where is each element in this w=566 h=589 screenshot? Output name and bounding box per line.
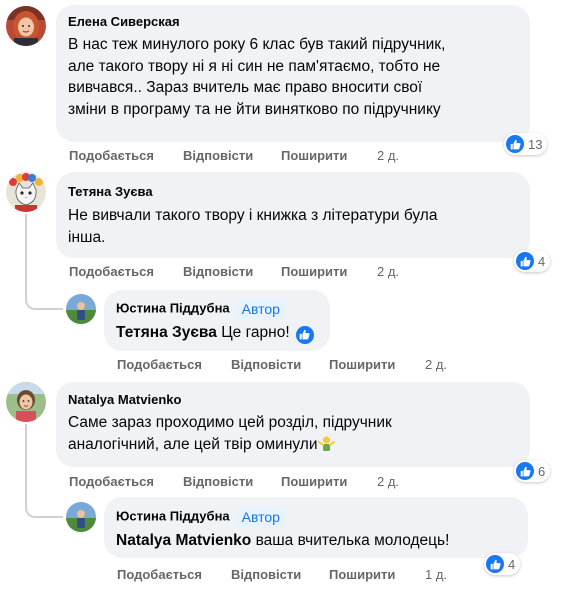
avatar-elena[interactable] <box>6 6 46 46</box>
comment-text: Саме зараз проходимо цей розділ, підручн… <box>68 412 392 458</box>
timestamp[interactable]: 1 д. <box>425 567 447 582</box>
user-avatar-icon <box>66 294 96 324</box>
comments-thread: Елена Сиверская В нас теж минулого року … <box>0 0 566 589</box>
reply-button[interactable]: Відповісти <box>231 567 301 582</box>
comment-actions: Подобається Відповісти Поширити 2 д. <box>69 474 469 490</box>
reply-bubble: Юстина Піддубна Автор Natalya Matvienko в… <box>104 497 528 558</box>
user-avatar-icon <box>6 6 46 46</box>
reply-button[interactable]: Відповісти <box>183 474 253 489</box>
share-button[interactable]: Поширити <box>329 357 395 372</box>
comment-author[interactable]: Тетяна Зуєва <box>68 184 153 199</box>
reply-actions: Подобається Відповісти Поширити 1 д. <box>117 567 477 583</box>
comment-author[interactable]: Natalya Matvienko <box>68 392 181 407</box>
reply-button[interactable]: Відповісти <box>231 357 301 372</box>
like-button[interactable]: Подобається <box>117 567 202 582</box>
comment-bubble: Natalya Matvienko Саме зараз проходимо ц… <box>56 382 530 467</box>
mention-link[interactable]: Natalya Matvienko <box>116 532 251 549</box>
shrug-emoji-icon <box>317 435 335 459</box>
like-button[interactable]: Подобається <box>117 357 202 372</box>
like-button[interactable]: Подобається <box>69 474 154 489</box>
timestamp[interactable]: 2 д. <box>377 264 399 279</box>
reaction-count[interactable]: 4 <box>484 553 521 575</box>
comment-actions: Подобається Відповісти Поширити 2 д. <box>69 148 469 164</box>
like-icon <box>516 252 534 270</box>
comment-text: В нас теж минулого року 6 клас був такий… <box>68 36 446 118</box>
author-badge: Автор <box>235 299 286 319</box>
user-avatar-icon <box>66 502 96 532</box>
reply-bubble: Юстина Піддубна Автор Тетяна Зуєва Це гар… <box>104 290 330 351</box>
like-button[interactable]: Подобається <box>69 148 154 163</box>
timestamp[interactable]: 2 д. <box>377 474 399 489</box>
timestamp[interactable]: 2 д. <box>377 148 399 163</box>
reaction-count[interactable]: 13 <box>504 133 548 155</box>
thread-line <box>25 424 27 508</box>
share-button[interactable]: Поширити <box>329 567 395 582</box>
thread-connector <box>25 290 63 310</box>
reply-text: Тетяна Зуєва Це гарно! <box>116 322 314 344</box>
like-icon <box>295 325 314 344</box>
reaction-count[interactable]: 4 <box>514 250 551 272</box>
comment-author[interactable]: Елена Сиверская <box>68 14 180 29</box>
share-button[interactable]: Поширити <box>281 474 347 489</box>
reply-author-name[interactable]: Юстина Піддубна <box>116 300 230 315</box>
reply-actions: Подобається Відповісти Поширити 2 д. <box>117 357 477 373</box>
reply-author: Юстина Піддубна Автор <box>116 299 286 319</box>
share-button[interactable]: Поширити <box>281 148 347 163</box>
reply-author-name[interactable]: Юстина Піддубна <box>116 508 230 523</box>
thread-connector <box>25 498 63 518</box>
mention-link[interactable]: Тетяна Зуєва <box>116 324 217 341</box>
user-avatar-icon <box>6 172 46 212</box>
avatar-yustyna[interactable] <box>66 294 96 324</box>
comment-text: Не вивчали такого твору і книжка з літер… <box>68 207 438 246</box>
avatar-yustyna[interactable] <box>66 502 96 532</box>
like-button[interactable]: Подобається <box>69 264 154 279</box>
thread-line <box>25 214 27 299</box>
reply-text: Natalya Matvienko ваша вчителька молодец… <box>116 532 450 549</box>
avatar-natalya[interactable] <box>6 382 46 422</box>
timestamp[interactable]: 2 д. <box>425 357 447 372</box>
share-button[interactable]: Поширити <box>281 264 347 279</box>
reaction-count[interactable]: 6 <box>514 460 551 482</box>
like-icon <box>486 555 504 573</box>
reply-button[interactable]: Відповісти <box>183 264 253 279</box>
like-icon <box>506 135 524 153</box>
user-avatar-icon <box>6 382 46 422</box>
comment-bubble: Елена Сиверская В нас теж минулого року … <box>56 5 530 142</box>
reply-button[interactable]: Відповісти <box>183 148 253 163</box>
comment-actions: Подобається Відповісти Поширити 2 д. <box>69 264 469 280</box>
author-badge: Автор <box>235 507 286 527</box>
reply-author: Юстина Піддубна Автор <box>116 507 286 527</box>
comment-bubble: Тетяна Зуєва Не вивчали такого твору і к… <box>56 172 530 258</box>
avatar-tetiana[interactable] <box>6 172 46 212</box>
like-icon <box>516 462 534 480</box>
